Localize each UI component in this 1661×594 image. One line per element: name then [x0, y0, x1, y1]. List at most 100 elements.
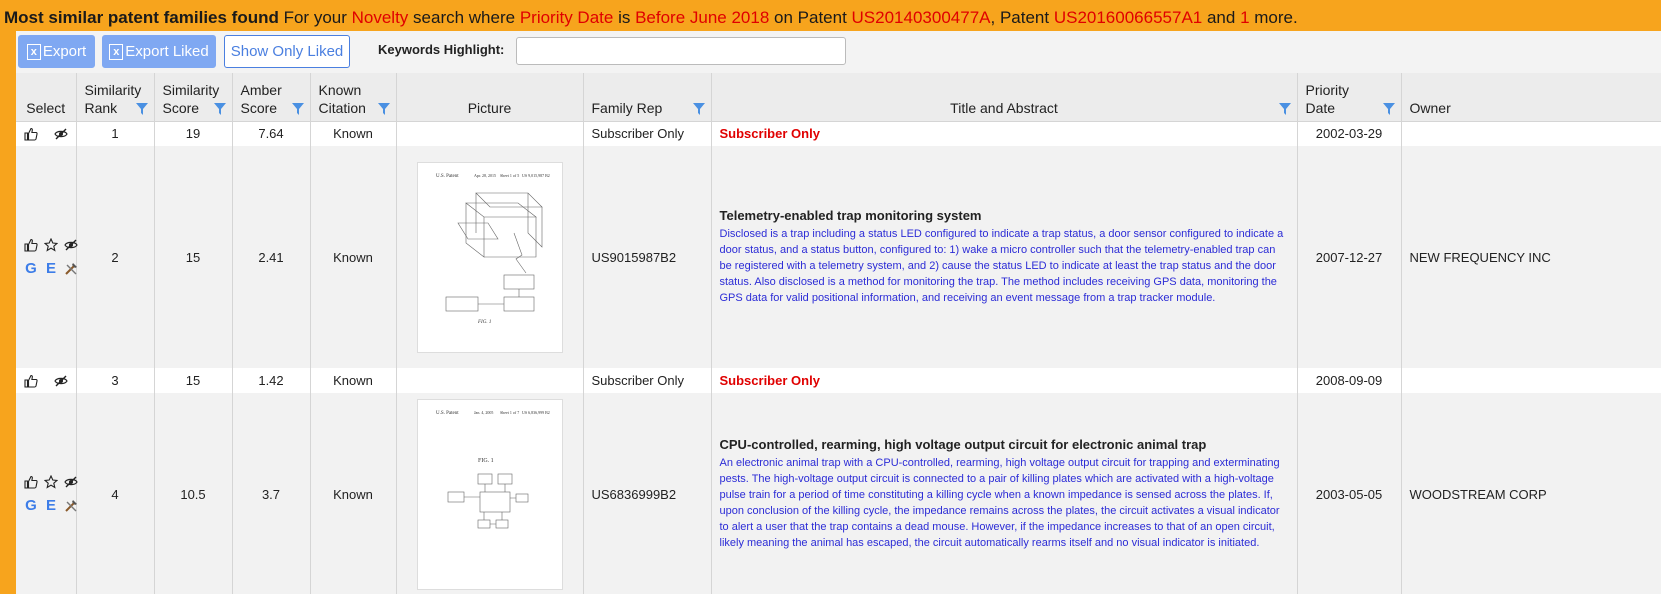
- banner-text: , Patent: [990, 8, 1054, 27]
- similarity-score: 15: [153, 368, 232, 393]
- thumbs-up-icon[interactable]: [24, 127, 38, 141]
- drawing-header-mid: Apr. 28, 2015: [474, 173, 496, 179]
- drawing-header-right: US 9,015,987 B2: [522, 173, 550, 179]
- col-label: Similarity: [84, 81, 142, 98]
- col-label: Date: [1305, 99, 1336, 116]
- banner-text: is: [613, 8, 636, 27]
- espacenet-icon[interactable]: E: [44, 261, 58, 276]
- filter-icon[interactable]: [291, 102, 304, 115]
- thumbs-up-icon[interactable]: [24, 374, 38, 388]
- amber-score: 7.64: [231, 121, 310, 146]
- banner-text: and: [1202, 8, 1241, 27]
- export-liked-button[interactable]: x Export Liked: [102, 35, 216, 68]
- export-button[interactable]: x Export: [18, 35, 95, 68]
- col-family-rep[interactable]: Family Rep: [582, 73, 711, 122]
- keywords-input[interactable]: [516, 37, 846, 65]
- banner-text: For your: [278, 8, 352, 27]
- owner: NEW FREQUENCY INC: [1400, 146, 1661, 368]
- similarity-rank: 2: [75, 146, 154, 368]
- col-label: Score: [240, 99, 278, 116]
- subscriber-only-label: Subscriber Only: [719, 373, 820, 388]
- col-picture: Picture: [395, 73, 583, 122]
- table-row: 3 15 1.42 Known Subscriber Only Subscrib…: [16, 368, 1661, 393]
- col-select: Select: [16, 73, 76, 122]
- amber-score: 1.42: [231, 368, 310, 393]
- patent-1: US20140300477A: [851, 8, 991, 27]
- table-header: Select Similarity Rank Similarity Score Am…: [16, 73, 1661, 122]
- col-title-abstract[interactable]: Title and Abstract: [710, 73, 1297, 122]
- col-label: Owner: [1409, 99, 1451, 116]
- excel-icon: x: [109, 43, 124, 60]
- keywords-label: Keywords Highlight:: [378, 42, 505, 57]
- picture-cell: U.S. Patent Jan. 4, 2005 Sheet 1 of 7 US…: [395, 393, 583, 594]
- eye-slash-icon[interactable]: [64, 238, 78, 252]
- filter-icon[interactable]: [213, 102, 226, 115]
- family-rep: US9015987B2: [582, 146, 711, 368]
- col-similarity-rank[interactable]: Similarity Rank: [75, 73, 154, 122]
- tools-icon[interactable]: [64, 262, 78, 276]
- subscriber-only-label: Subscriber Only: [719, 126, 820, 142]
- more-count: 1: [1240, 8, 1250, 27]
- patent-title: Telemetry-enabled trap monitoring system: [719, 208, 982, 223]
- title-abstract-cell: Subscriber Only: [710, 368, 1297, 393]
- eye-slash-icon[interactable]: [53, 374, 68, 388]
- family-rep: US6836999B2: [582, 393, 711, 594]
- amber-score: 3.7: [231, 393, 310, 594]
- priority-date: 2007-12-27: [1296, 146, 1401, 368]
- col-label: Known: [318, 81, 362, 98]
- similarity-score: 19: [153, 121, 232, 146]
- col-similarity-score[interactable]: Similarity Score: [153, 73, 232, 122]
- similarity-rank: 3: [75, 368, 154, 393]
- family-rep: Subscriber Only: [582, 121, 711, 146]
- col-label: Priority: [1305, 81, 1350, 98]
- espacenet-icon[interactable]: E: [44, 498, 58, 513]
- google-patents-icon[interactable]: G: [24, 498, 38, 513]
- known-citation: Known: [309, 146, 396, 368]
- select-cell: [16, 368, 76, 393]
- title-abstract-cell: Subscriber Only: [710, 121, 1297, 146]
- banner-text: on Patent: [769, 8, 852, 27]
- export-liked-label: Export Liked: [125, 43, 209, 60]
- owner: [1400, 121, 1661, 146]
- drawing-caption: FIG. 1: [478, 458, 494, 464]
- priority-date: 2002-03-29: [1296, 121, 1401, 146]
- select-cell: G E: [16, 393, 78, 594]
- patent-drawing[interactable]: U.S. Patent Apr. 28, 2015 Sheet 1 of 5 U…: [416, 161, 563, 353]
- filter-icon[interactable]: [377, 102, 390, 115]
- filter-icon[interactable]: [135, 102, 148, 115]
- col-owner: Owner: [1400, 73, 1661, 122]
- known-citation: Known: [309, 121, 396, 146]
- known-citation: Known: [309, 368, 396, 393]
- filter-icon[interactable]: [692, 102, 705, 115]
- patent-drawing[interactable]: U.S. Patent Jan. 4, 2005 Sheet 1 of 7 US…: [416, 398, 563, 590]
- priority-date: 2003-05-05: [1296, 393, 1401, 594]
- toolbar: x Export x Export Liked Show Only Liked Ke…: [16, 31, 1661, 73]
- col-priority-date[interactable]: Priority Date: [1296, 73, 1401, 122]
- table-row: G E 2 15 2.41 Known U.S. Patent Apr. 28,…: [16, 146, 1661, 368]
- tools-icon[interactable]: [64, 499, 78, 513]
- col-known-citation[interactable]: Known Citation: [309, 73, 396, 122]
- export-label: Export: [42, 43, 87, 60]
- star-icon[interactable]: [44, 238, 58, 252]
- show-only-liked-button[interactable]: Show Only Liked: [224, 35, 350, 68]
- thumbs-up-icon[interactable]: [24, 475, 38, 489]
- similarity-score: 15: [153, 146, 232, 368]
- table-row: G E 4 10.5 3.7 Known U.S. Patent Jan. 4,…: [16, 393, 1661, 594]
- filter-icon[interactable]: [1278, 102, 1291, 115]
- picture-cell: [395, 121, 583, 146]
- col-amber-score[interactable]: Amber Score: [231, 73, 310, 122]
- google-patents-icon[interactable]: G: [24, 261, 38, 276]
- star-icon[interactable]: [44, 475, 58, 489]
- eye-slash-icon[interactable]: [53, 127, 68, 141]
- similarity-score: 10.5: [153, 393, 232, 594]
- family-rep: Subscriber Only: [582, 368, 711, 393]
- col-label: Similarity: [162, 81, 220, 98]
- table-row: 1 19 7.64 Known Subscriber Only Subscrib…: [16, 121, 1661, 146]
- priority-date: 2008-09-09: [1296, 368, 1401, 393]
- patent-abstract: An electronic animal trap with a CPU-con…: [719, 457, 1280, 549]
- filter-icon[interactable]: [1382, 102, 1395, 115]
- title-abstract-cell: Telemetry-enabled trap monitoring system…: [710, 146, 1297, 368]
- owner: [1400, 368, 1661, 393]
- eye-slash-icon[interactable]: [64, 475, 78, 489]
- thumbs-up-icon[interactable]: [24, 238, 38, 252]
